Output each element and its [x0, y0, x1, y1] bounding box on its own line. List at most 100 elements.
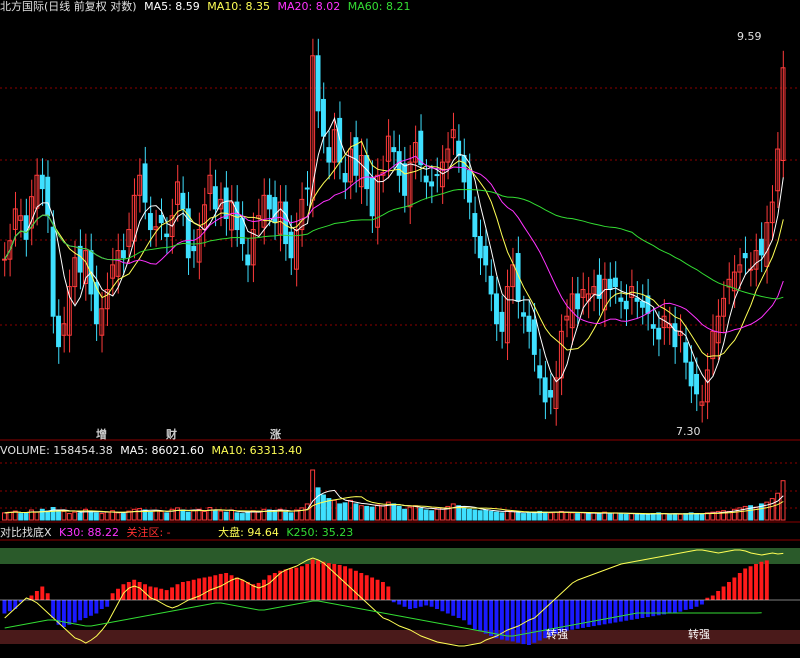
candle-body	[120, 250, 126, 259]
k250-readout: K250: 35.23	[286, 526, 354, 539]
indicator-bar	[61, 600, 66, 627]
volume-bar	[596, 513, 602, 521]
volume-bar	[640, 513, 645, 521]
indicator-bar	[640, 600, 645, 618]
candle-body	[93, 282, 99, 325]
volume-bar	[2, 512, 7, 521]
volume-bar	[450, 503, 456, 521]
candle-body	[315, 55, 321, 112]
event-marker-zhang[interactable]: 涨	[270, 426, 281, 442]
indicator-bar	[45, 593, 50, 600]
candle-body	[77, 245, 83, 273]
indicator-bar	[186, 581, 191, 600]
indicator-bar	[180, 582, 185, 600]
indicator-bar	[418, 600, 423, 607]
event-marker-cai[interactable]: 财	[166, 426, 177, 442]
volume-bar	[212, 509, 218, 521]
indicator-bar	[397, 600, 402, 605]
indicator-bar	[99, 600, 104, 609]
volume-bar	[623, 513, 629, 521]
candle-body	[618, 297, 624, 302]
candle-body	[542, 377, 548, 403]
volume-bar	[521, 513, 526, 521]
indicator-bar	[440, 600, 445, 612]
volume-readout: VOLUME: 158454.38	[0, 444, 113, 457]
candle-body	[548, 390, 554, 398]
volume-bar	[202, 510, 207, 521]
volume-bar	[396, 505, 402, 521]
candle-body	[488, 275, 494, 295]
volume-bar	[218, 510, 224, 521]
indicator-bar	[224, 573, 229, 600]
indicator-bar	[110, 593, 115, 600]
candle-body	[245, 254, 251, 266]
volume-bar	[310, 469, 316, 521]
indicator-bar	[391, 600, 396, 603]
volume-bar	[429, 510, 435, 521]
chart-canvas[interactable]	[0, 0, 800, 658]
stock-chart-stage[interactable]: 北方国际(日线 前复权 对数) MA5: 8.59 MA10: 8.35 MA2…	[0, 0, 800, 658]
indicator-bar	[305, 564, 310, 600]
indicator-bar	[370, 577, 375, 600]
indicator-bar	[310, 559, 315, 600]
indicator-bar	[472, 600, 477, 630]
volume-bar	[677, 513, 683, 521]
indicator-bar	[699, 600, 704, 605]
candle-body	[39, 174, 45, 190]
volume-bar	[775, 492, 781, 521]
indicator-bar	[478, 600, 483, 632]
ma60-line	[4, 189, 784, 300]
volume-bar	[299, 507, 305, 521]
volume-bar	[45, 510, 51, 521]
volume-bar	[369, 506, 375, 521]
indicator-bar	[89, 600, 93, 616]
indicator-bar	[164, 590, 169, 600]
volume-bar	[34, 511, 40, 521]
volume-bar	[180, 509, 186, 521]
candle-body	[683, 342, 689, 363]
volume-bar	[207, 507, 213, 521]
candle-body	[283, 201, 289, 245]
indicator-bar	[137, 582, 142, 600]
volume-bar	[272, 510, 278, 521]
candle-body	[472, 213, 478, 238]
event-marker-zeng[interactable]: 增	[96, 426, 107, 442]
volume-bar	[423, 509, 429, 521]
indicator-bar	[586, 600, 591, 627]
candle-body	[640, 300, 645, 308]
candle-body	[23, 215, 29, 240]
indicator-bar	[348, 568, 353, 600]
volume-bar	[158, 510, 164, 521]
volume-bar	[504, 510, 510, 521]
indicator-bar	[283, 569, 288, 600]
indicator-bar	[105, 600, 110, 607]
indicator-bar	[202, 577, 207, 600]
signal-label-zhuanqiang: 转强	[688, 628, 710, 641]
indicator-bar	[532, 600, 537, 643]
volume-bar	[683, 513, 689, 521]
candle-body	[456, 140, 462, 157]
candle-body	[688, 361, 694, 387]
volume-bar	[672, 513, 678, 521]
candle-body	[537, 365, 543, 379]
volume-bar	[104, 511, 110, 521]
indicator-bar	[505, 600, 510, 641]
indicator-name: 对比找底X	[0, 526, 52, 539]
candle-body	[402, 163, 408, 196]
indicator-bar	[170, 587, 175, 600]
candle-body	[758, 238, 764, 256]
volume-bar	[7, 511, 13, 521]
candle-body	[321, 98, 326, 137]
indicator-bar	[694, 600, 699, 607]
k30-readout: K30: 88.22	[59, 526, 119, 539]
volume-bar	[580, 512, 586, 521]
indicator-bar	[413, 600, 418, 609]
candle-body	[429, 181, 435, 187]
indicator-lower-band	[0, 630, 800, 644]
volume-bar	[515, 512, 521, 521]
indicator-bar	[451, 600, 456, 616]
indicator-bar	[629, 600, 634, 620]
volume-bar	[137, 508, 143, 521]
indicator-bar	[267, 575, 272, 600]
volume-bar	[661, 513, 667, 521]
